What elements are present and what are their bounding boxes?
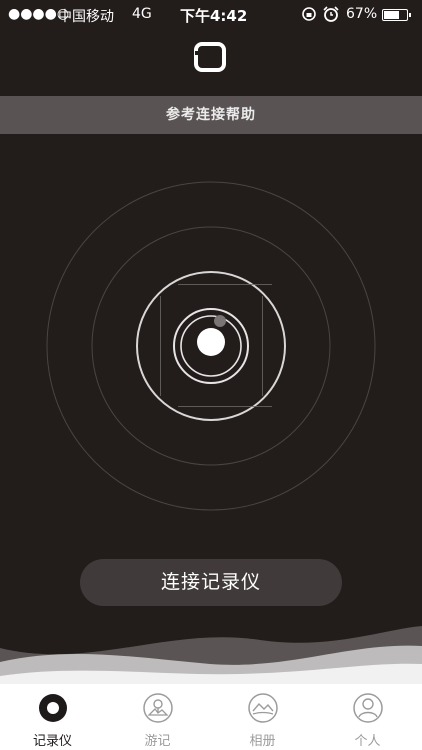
alarm-icon <box>323 6 339 22</box>
recorder-scan-graphic <box>46 181 376 511</box>
tab-album[interactable]: 相册 <box>210 684 315 750</box>
carrier-name: 中国移动 <box>58 9 114 25</box>
network-type: 4G <box>132 6 152 22</box>
album-icon <box>248 693 278 723</box>
battery-percent: 67% <box>346 6 378 22</box>
app-logo-icon <box>194 42 226 72</box>
tab-label: 记录仪 <box>32 734 72 749</box>
travel-notes-icon <box>143 693 173 723</box>
status-bar: ●●●●○ 中国移动 4G 下午4:42 67% <box>0 0 422 30</box>
tab-label: 游记 <box>144 734 171 749</box>
connect-recorder-button[interactable]: 连接记录仪 <box>80 559 342 606</box>
tab-recorder[interactable]: 记录仪 <box>0 684 105 750</box>
tab-travel-notes[interactable]: 游记 <box>105 684 210 750</box>
status-time: 下午4:42 <box>180 7 248 25</box>
decorative-waves <box>0 626 422 690</box>
bottom-tab-bar: 记录仪 游记 相册 个人 <box>0 684 422 750</box>
person-icon <box>353 693 383 723</box>
orientation-lock-icon <box>302 7 316 21</box>
recorder-icon <box>39 694 67 722</box>
connection-help-link[interactable]: 参考连接帮助 <box>0 96 422 134</box>
battery-icon <box>382 9 411 21</box>
tab-personal[interactable]: 个人 <box>315 684 420 750</box>
tab-label: 个人 <box>354 734 381 749</box>
tab-label: 相册 <box>249 734 276 749</box>
